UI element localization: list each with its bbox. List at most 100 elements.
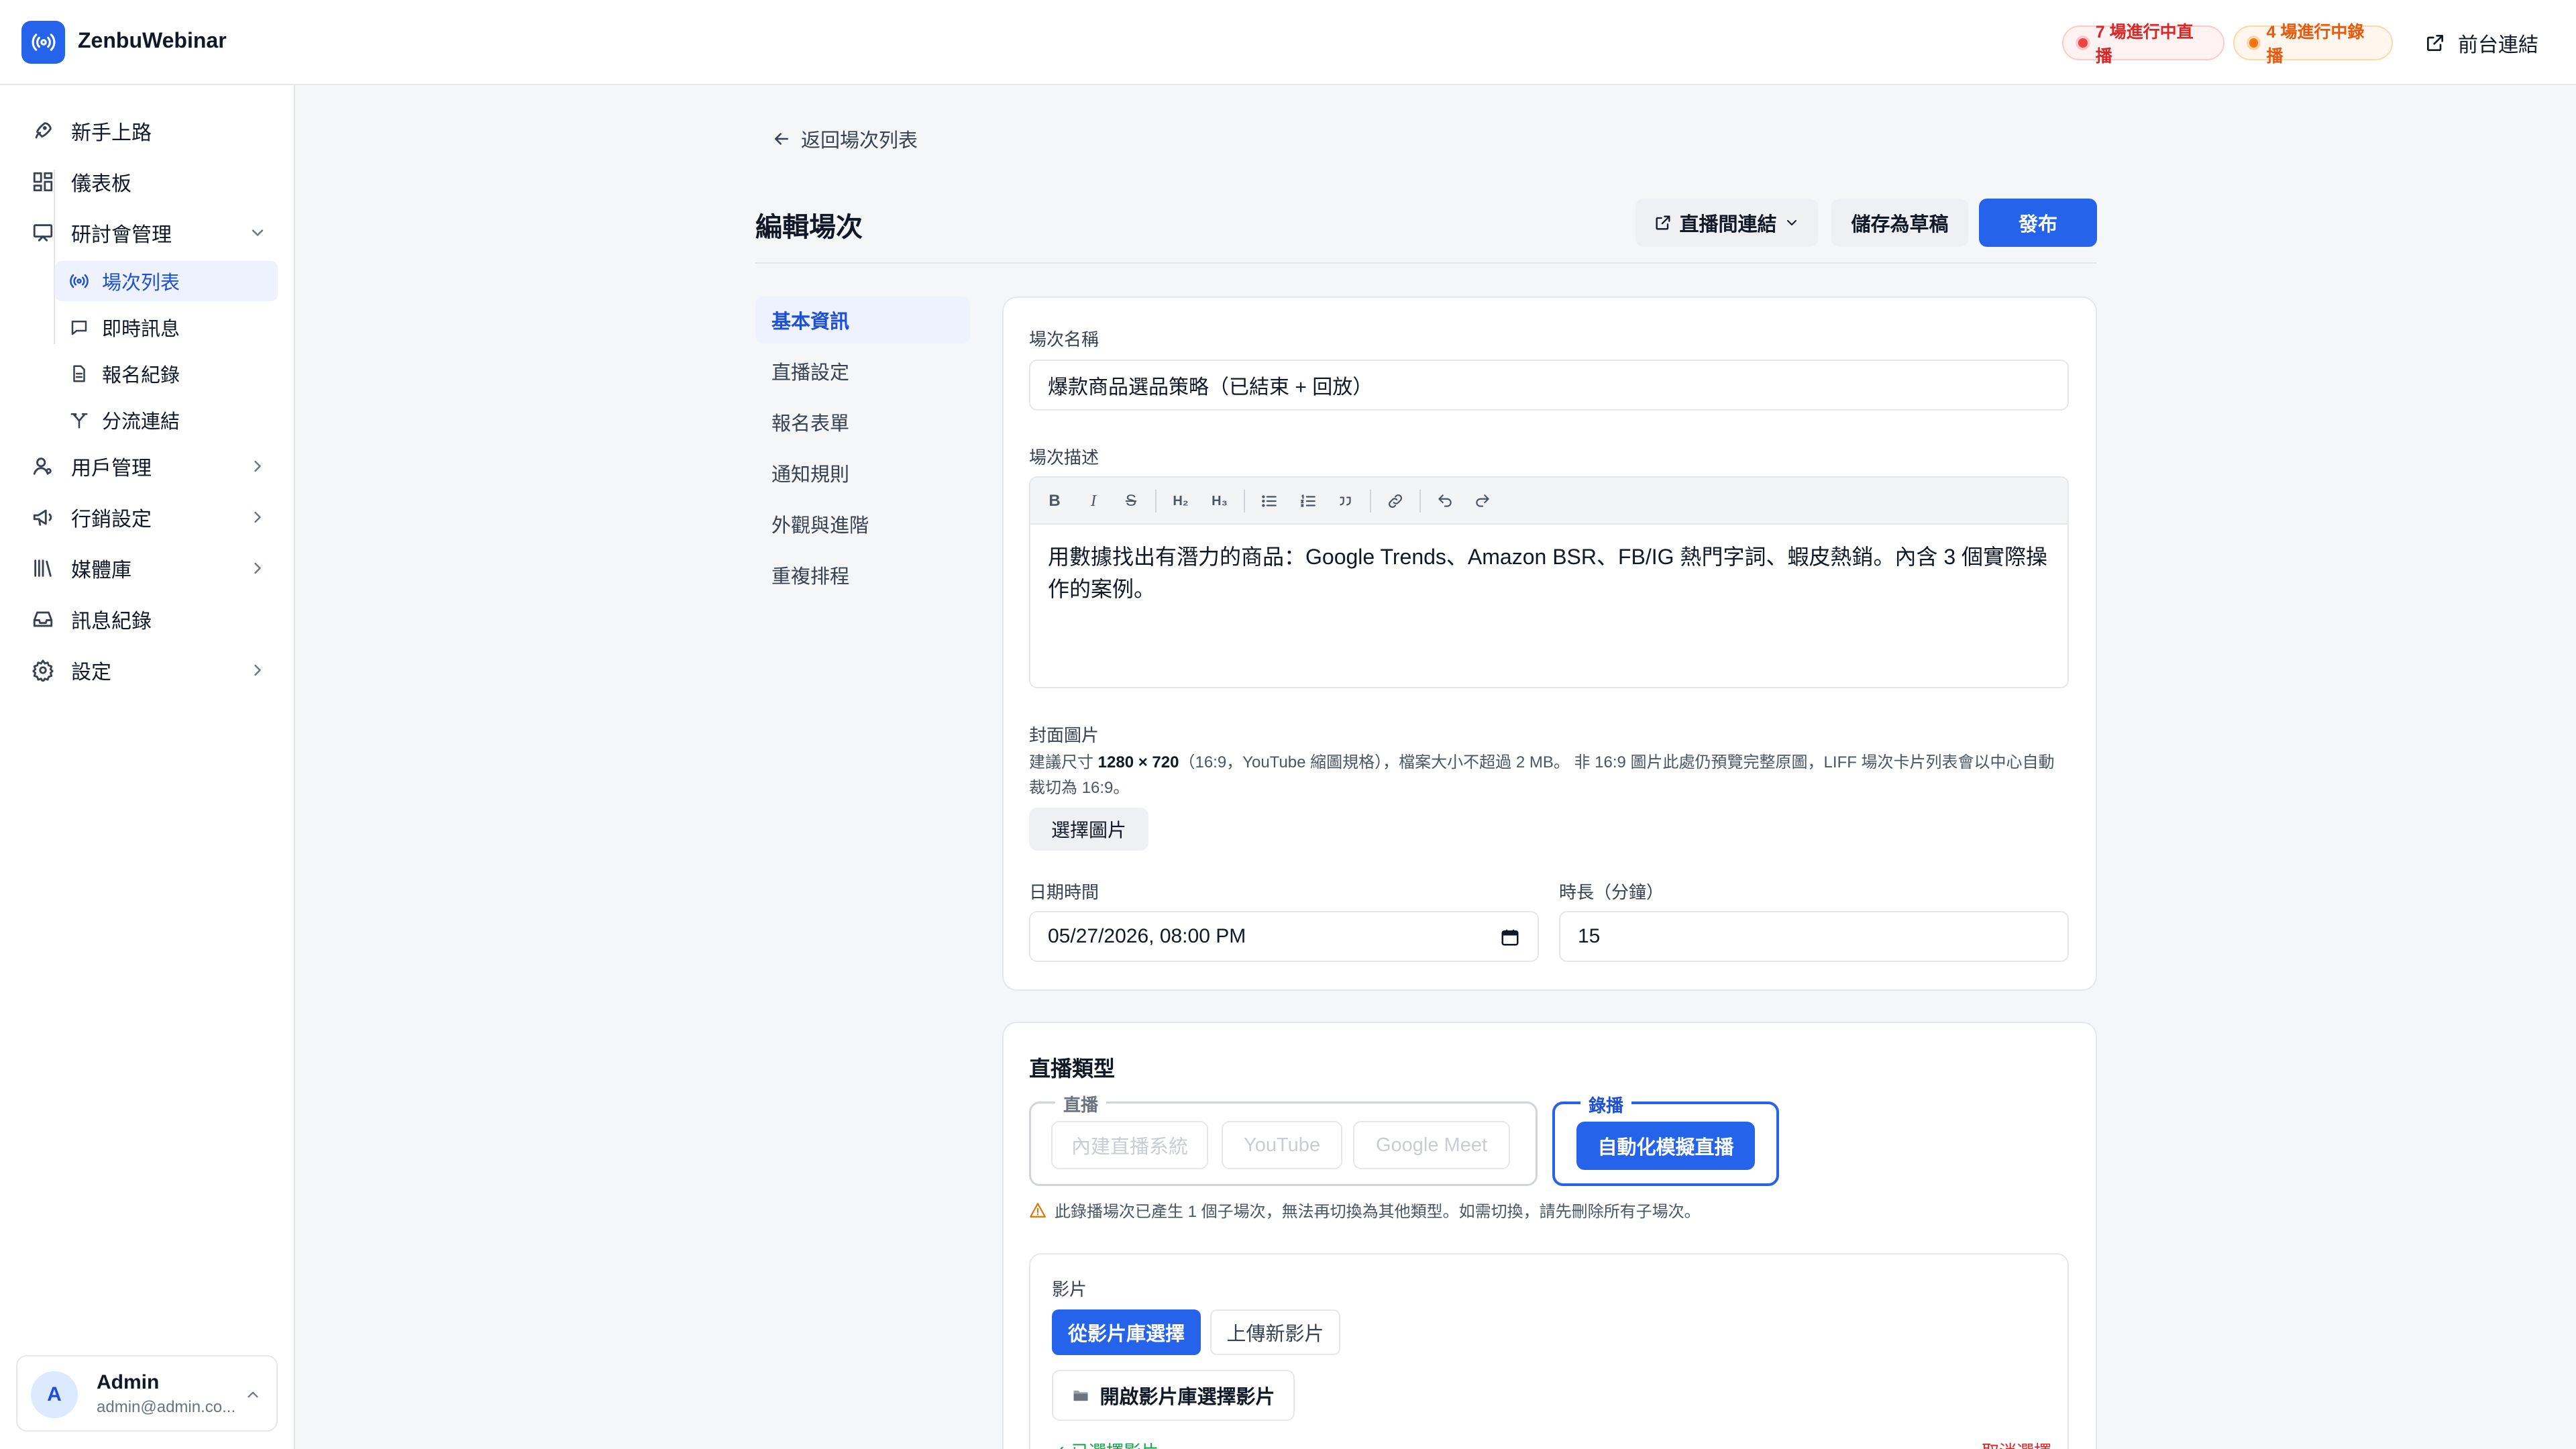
back-to-sessions-link[interactable]: 返回場次列表 bbox=[771, 125, 918, 153]
option-auto-simulated-live[interactable]: 自動化模擬直播 bbox=[1576, 1122, 1755, 1170]
toolbar-divider bbox=[1244, 490, 1245, 513]
link-icon[interactable] bbox=[1382, 488, 1409, 515]
sidebar-item-dashboard[interactable]: 儀表板 bbox=[30, 162, 267, 202]
live-sessions-label: 7 場進行中直播 bbox=[2095, 23, 2194, 66]
section-nav-recurring-schedule[interactable]: 重複排程 bbox=[755, 551, 970, 598]
section-nav-live-settings[interactable]: 直播設定 bbox=[755, 347, 970, 394]
section-nav-registration-form[interactable]: 報名表單 bbox=[755, 398, 970, 445]
live-sessions-badge[interactable]: 7 場進行中直播 bbox=[2062, 23, 2224, 66]
heading3-icon[interactable]: H₃ bbox=[1206, 488, 1233, 515]
heading2-icon[interactable]: H₂ bbox=[1167, 488, 1194, 515]
video-label: 影片 bbox=[1052, 1279, 1087, 1299]
sidebar-item-media-library[interactable]: 媒體庫 bbox=[30, 548, 267, 588]
dashboard-icon bbox=[30, 168, 56, 195]
tab-upload-new-video[interactable]: 上傳新影片 bbox=[1210, 1309, 1340, 1355]
option-google-meet[interactable]: Google Meet bbox=[1353, 1121, 1510, 1169]
avatar: A bbox=[31, 1371, 78, 1418]
sidebar-subitem-split-links[interactable]: 分流連結 bbox=[55, 400, 278, 440]
editor-toolbar: B I S H₂ H₃ bbox=[1030, 478, 2068, 525]
chevron-right-icon bbox=[248, 508, 267, 527]
chevron-right-icon bbox=[248, 457, 267, 476]
datetime-value: 05/27/2026, 08:00 PM bbox=[1048, 925, 1246, 947]
sidebar-subitem-messages[interactable]: 即時訊息 bbox=[55, 307, 278, 347]
description-editor-content[interactable]: 用數據找出有潛力的商品：Google Trends、Amazon BSR、FB/… bbox=[1048, 541, 2054, 605]
sidebar-item-label: 行銷設定 bbox=[71, 508, 152, 531]
datetime-label: 日期時間 bbox=[1029, 882, 1099, 902]
recorded-sessions-badge[interactable]: 4 場進行中錄播 bbox=[2233, 23, 2393, 66]
italic-icon[interactable]: I bbox=[1080, 488, 1107, 515]
calendar-icon[interactable] bbox=[1500, 927, 1520, 947]
sidebar-subitem-sessions[interactable]: 場次列表 bbox=[55, 261, 278, 301]
sidebar-subitem-registrations[interactable]: 報名紀錄 bbox=[55, 354, 278, 394]
type-switch-warning: 此錄播場次已產生 1 個子場次，無法再切換為其他類型。如需切換，請先刪除所有子場… bbox=[1029, 1198, 1701, 1222]
sidebar-item-users[interactable]: 用戶管理 bbox=[30, 446, 267, 486]
sidebar-item-settings[interactable]: 設定 bbox=[30, 650, 267, 690]
gear-icon bbox=[30, 657, 56, 684]
frontend-link-label: 前台連結 bbox=[2458, 34, 2538, 56]
live-group-label: 直播 bbox=[1055, 1091, 1107, 1116]
frontend-link[interactable]: 前台連結 bbox=[2424, 27, 2538, 59]
rocket-icon bbox=[30, 117, 56, 144]
broadcast-type-title: 直播類型 bbox=[1029, 1057, 1116, 1081]
toolbar-divider bbox=[1155, 490, 1157, 513]
session-name-input[interactable]: 爆款商品選品策略（已結束 + 回放） bbox=[1029, 360, 2069, 411]
option-builtin-live[interactable]: 內建直播系統 bbox=[1051, 1121, 1208, 1169]
session-description-label: 場次描述 bbox=[1029, 447, 1099, 468]
sidebar-item-label: 媒體庫 bbox=[71, 559, 131, 582]
sidebar-subitem-label: 報名紀錄 bbox=[102, 365, 180, 386]
blockquote-icon[interactable] bbox=[1332, 488, 1359, 515]
user-name: Admin bbox=[97, 1371, 160, 1393]
datetime-input[interactable]: 05/27/2026, 08:00 PM bbox=[1029, 911, 1539, 962]
option-youtube[interactable]: YouTube bbox=[1222, 1121, 1342, 1169]
top-bar: ZenbuWebinar 7 場進行中直播 4 場進行中錄播 前台連結 bbox=[0, 0, 2576, 85]
sidebar-item-label: 研討會管理 bbox=[71, 224, 172, 246]
duration-input[interactable]: 15 bbox=[1559, 911, 2069, 962]
tab-choose-from-library[interactable]: 從影片庫選擇 bbox=[1052, 1309, 1201, 1355]
chevron-right-icon bbox=[248, 559, 267, 578]
chevron-up-icon bbox=[244, 1386, 262, 1403]
brand-name: ZenbuWebinar bbox=[78, 28, 227, 52]
sidebar-subitem-label: 分流連結 bbox=[102, 411, 180, 433]
undo-icon[interactable] bbox=[1432, 488, 1458, 515]
sidebar-subitem-label: 即時訊息 bbox=[102, 319, 180, 340]
section-nav-basic-info[interactable]: 基本資訊 bbox=[755, 297, 970, 343]
save-draft-button[interactable]: 儲存為草稿 bbox=[1831, 199, 1968, 247]
folder-icon bbox=[1071, 1386, 1090, 1405]
toolbar-divider bbox=[1370, 490, 1371, 513]
bullet-list-icon[interactable] bbox=[1256, 488, 1283, 515]
redo-icon[interactable] bbox=[1469, 488, 1496, 515]
live-room-link-dropdown[interactable]: 直播間連結 bbox=[1635, 199, 1818, 247]
bold-icon[interactable]: B bbox=[1041, 488, 1068, 515]
user-account-menu[interactable]: A Admin admin@admin.co... bbox=[16, 1355, 278, 1432]
deselect-video-link[interactable]: 取消選擇 bbox=[1982, 1438, 2051, 1449]
sidebar-item-label: 新手上路 bbox=[71, 122, 152, 144]
cover-image-label: 封面圖片 bbox=[1029, 725, 1099, 745]
sidebar-item-label: 用戶管理 bbox=[71, 458, 152, 480]
sidebar-item-onboarding[interactable]: 新手上路 bbox=[30, 111, 267, 151]
sidebar-item-label: 訊息紀錄 bbox=[71, 610, 152, 633]
external-link-icon bbox=[2427, 35, 2443, 51]
session-name-label: 場次名稱 bbox=[1029, 329, 1099, 350]
chevron-down-icon bbox=[248, 223, 267, 242]
publish-button[interactable]: 發布 bbox=[1979, 199, 2097, 247]
sidebar-item-marketing[interactable]: 行銷設定 bbox=[30, 497, 267, 537]
video-selected-note: ✓ 已選擇影片 bbox=[1052, 1438, 1159, 1449]
ordered-list-icon[interactable] bbox=[1295, 488, 1322, 515]
sidebar-item-message-log[interactable]: 訊息紀錄 bbox=[30, 599, 267, 639]
user-email: admin@admin.co... bbox=[97, 1398, 236, 1416]
page-title: 編輯場次 bbox=[755, 213, 863, 242]
choose-image-button[interactable]: 選擇圖片 bbox=[1029, 808, 1148, 851]
section-nav-notification-rules[interactable]: 通知規則 bbox=[755, 449, 970, 496]
chevron-right-icon bbox=[248, 661, 267, 680]
recorded-options-group: 錄播 自動化模擬直播 bbox=[1552, 1092, 1779, 1186]
strikethrough-icon[interactable]: S bbox=[1118, 488, 1144, 515]
recorded-dot-icon bbox=[2249, 38, 2259, 48]
open-video-library-label: 開啟影片庫選擇影片 bbox=[1099, 1387, 1275, 1408]
live-dot-icon bbox=[2078, 38, 2088, 48]
warning-text: 此錄播場次已產生 1 個子場次，無法再切換為其他類型。如需切換，請先刪除所有子場… bbox=[1055, 1203, 1701, 1221]
section-nav-appearance-advanced[interactable]: 外觀與進階 bbox=[755, 500, 970, 547]
users-icon bbox=[30, 453, 56, 480]
open-video-library-button[interactable]: 開啟影片庫選擇影片 bbox=[1052, 1370, 1295, 1421]
sidebar-item-webinar-management[interactable]: 研討會管理 bbox=[30, 213, 267, 253]
toolbar-divider bbox=[1419, 490, 1421, 513]
